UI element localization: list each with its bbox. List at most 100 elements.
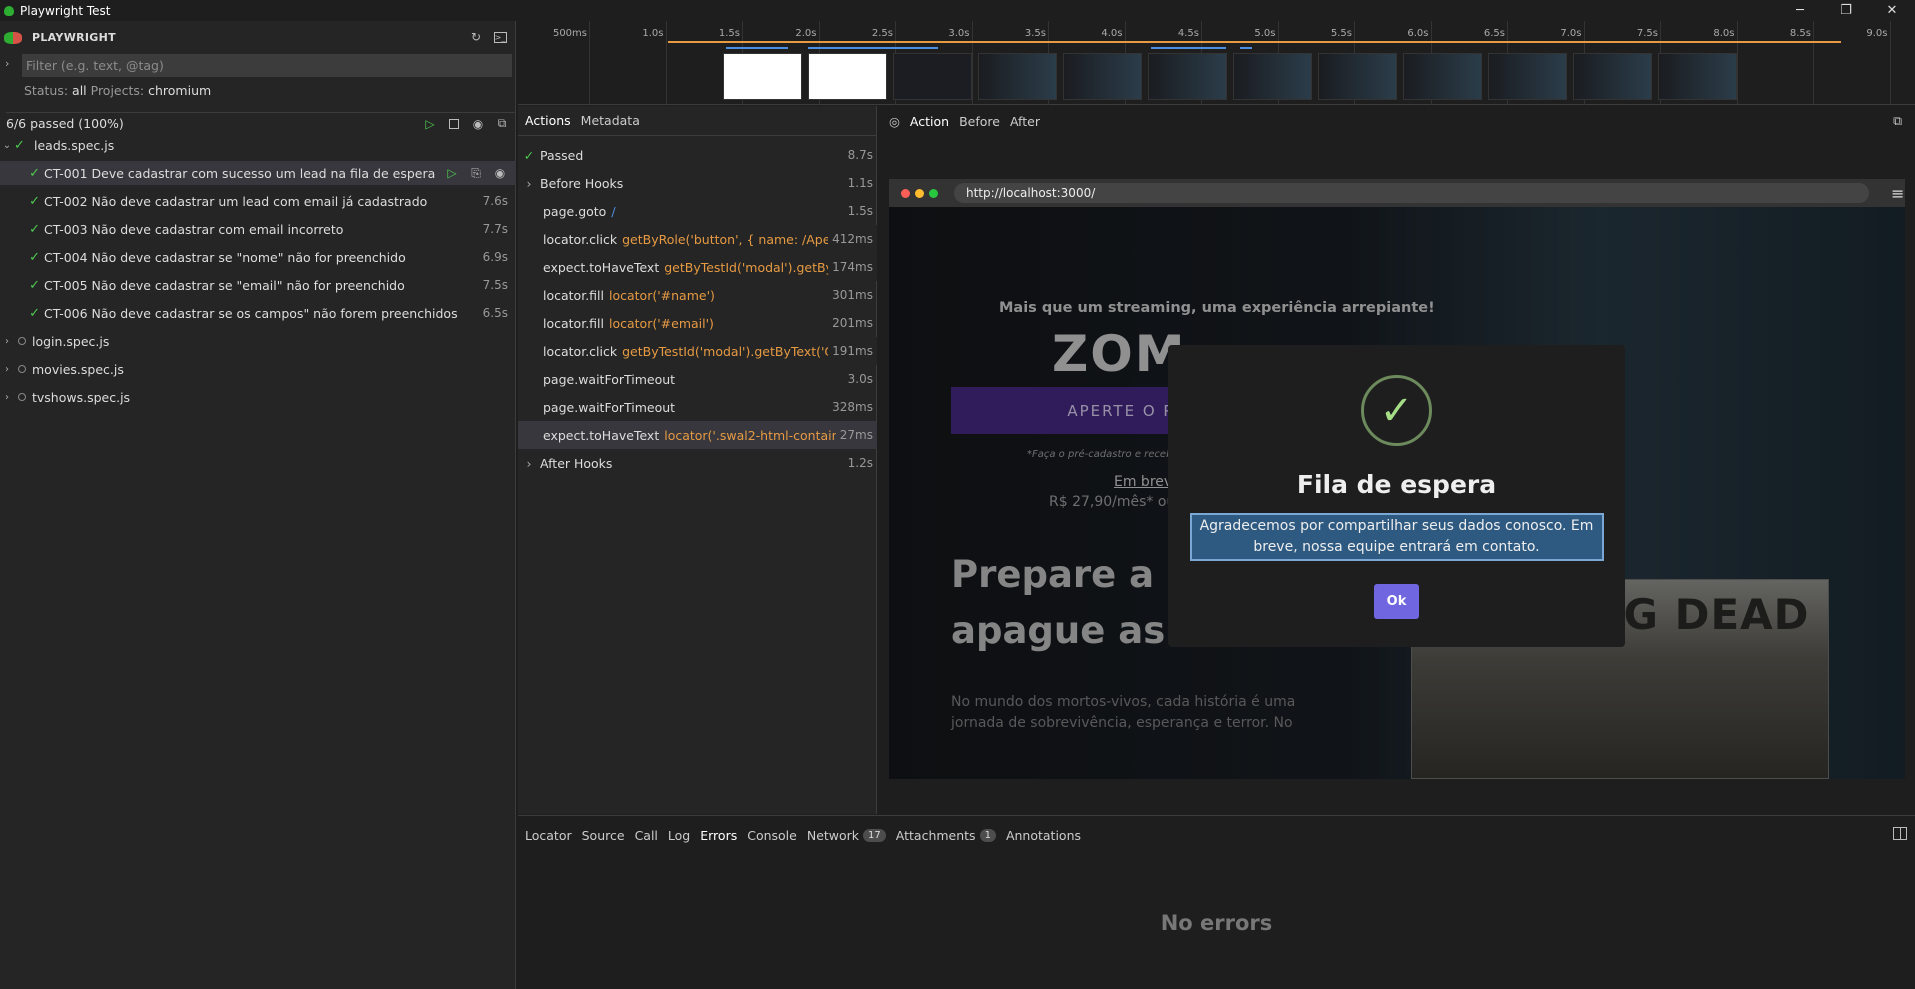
minimize-button[interactable]: ─ (1777, 0, 1823, 21)
timeline-thumbnail[interactable] (1403, 53, 1482, 100)
passed-check-icon: ✓ (29, 221, 40, 237)
timeline-thumbnail[interactable] (978, 53, 1057, 100)
timeline-thumbnail[interactable] (1148, 53, 1227, 100)
stop-icon[interactable] (444, 115, 464, 133)
chevron-down-icon[interactable]: ⌄ (0, 140, 14, 151)
timeline-thumbnail[interactable] (723, 53, 802, 100)
timeline-thumbnail[interactable] (1063, 53, 1142, 100)
traffic-light-yellow-icon (915, 188, 924, 198)
action-row-before-hooks[interactable]: › Before Hooks 1.1s (518, 169, 877, 197)
tab-network[interactable]: Network 17 (802, 816, 891, 854)
show-source-icon[interactable]: ⎘ (466, 164, 486, 182)
file-row-movies[interactable]: › movies.spec.js (0, 357, 516, 381)
test-row-ct-005[interactable]: ✓ CT-005 Não deve cadastrar se "email" n… (0, 273, 516, 297)
timeline-tick-label: 1.0s (642, 28, 664, 39)
playwright-logo-icon (4, 31, 22, 44)
tab-metadata[interactable]: Metadata (576, 106, 645, 136)
test-row-ct-002[interactable]: ✓ CT-002 Não deve cadastrar um lead com … (0, 189, 516, 213)
timeline-thumbnail[interactable] (893, 53, 972, 100)
timeline-thumbnail[interactable] (1318, 53, 1397, 100)
collapse-all-icon[interactable]: ⧉ (492, 115, 512, 133)
action-name: locator.fill (543, 315, 604, 331)
traffic-light-red-icon (901, 188, 910, 198)
snapshot-browser: http://localhost:3000/ ≡ Mais que um str… (889, 179, 1905, 779)
test-duration: 6.5s (482, 306, 508, 320)
action-name: page.waitForTimeout (543, 399, 676, 415)
action-locator: getByTestId('modal').getByText('Que... (622, 343, 862, 359)
tab-attachments[interactable]: Attachments 1 (891, 816, 1001, 854)
tab-action[interactable]: Action (905, 106, 954, 136)
tab-console[interactable]: Console (742, 816, 802, 854)
action-duration: 191ms (828, 344, 873, 358)
action-row[interactable]: page.waitForTimeout 3.0s (518, 365, 877, 393)
ok-button[interactable]: Ok (1374, 584, 1419, 619)
sidebar-header: PLAYWRIGHT ↻ >_ (0, 21, 516, 54)
test-row-ct-006[interactable]: ✓ CT-006 Não deve cadastrar se os campos… (0, 301, 516, 325)
timeline-thumbnail[interactable] (1658, 53, 1737, 100)
run-all-icon[interactable]: ▷ (420, 115, 440, 133)
action-row-passed[interactable]: ✓ Passed 8.7s (518, 141, 877, 169)
test-row-ct-004[interactable]: ✓ CT-004 Não deve cadastrar se "nome" nã… (0, 245, 516, 269)
watch-test-icon[interactable]: ◉ (490, 164, 510, 182)
terminal-icon[interactable]: >_ (490, 28, 510, 46)
file-row-tvshows[interactable]: › tvshows.spec.js (0, 385, 516, 409)
target-icon[interactable]: ◎ (884, 106, 905, 136)
maximize-button[interactable]: ❐ (1823, 0, 1869, 21)
action-row[interactable]: locator.click getByRole('button', { name… (518, 225, 877, 253)
watch-icon[interactable]: ◉ (468, 115, 488, 133)
filter-expand-icon[interactable]: › (5, 57, 9, 70)
close-button[interactable]: ✕ (1869, 0, 1915, 21)
tab-call[interactable]: Call (630, 816, 663, 854)
trace-timeline[interactable]: 500ms 1.0s 1.5s 2.0s 2.5s 3.0s 3.5s 4.0s 4.5s 5.0… (518, 21, 1915, 105)
tab-before[interactable]: Before (954, 106, 1005, 136)
action-row[interactable]: locator.fill locator('#email') 201ms (518, 309, 877, 337)
tab-source[interactable]: Source (577, 816, 630, 854)
action-duration: 174ms (828, 260, 873, 274)
chevron-right-icon[interactable]: › (518, 456, 540, 471)
window-title-bar: Playwright Test ─ ❐ ✕ (0, 0, 1915, 21)
action-duration: 27ms (835, 428, 873, 442)
timeline-tick-label: 6.5s (1483, 28, 1505, 39)
timeline-tick-label: 7.0s (1560, 28, 1582, 39)
action-row[interactable]: locator.click getByTestId('modal').getBy… (518, 337, 877, 365)
timeline-thumbnail[interactable] (1573, 53, 1652, 100)
file-name: leads.spec.js (34, 137, 115, 153)
test-row-ct-003[interactable]: ✓ CT-003 Não deve cadastrar com email in… (0, 217, 516, 241)
file-row-login[interactable]: › login.spec.js (0, 329, 516, 353)
test-title: CT-005 Não deve cadastrar se "email" não… (44, 277, 405, 293)
action-row[interactable]: page.waitForTimeout 328ms (518, 393, 877, 421)
toggle-layout-icon[interactable] (1893, 827, 1907, 840)
passed-check-icon: ✓ (29, 249, 40, 265)
chevron-right-icon[interactable]: › (0, 392, 14, 403)
tab-after[interactable]: After (1005, 106, 1045, 136)
action-duration: 3.0s (847, 372, 873, 386)
tab-log[interactable]: Log (663, 816, 695, 854)
filter-input[interactable]: Filter (e.g. text, @tag) (22, 54, 512, 77)
tab-locator[interactable]: Locator (520, 816, 577, 854)
action-row[interactable]: page.goto / 1.5s (518, 197, 877, 225)
menu-icon[interactable]: ≡ (1891, 184, 1904, 203)
action-row[interactable]: locator.fill locator('#name') 301ms (518, 281, 877, 309)
chevron-right-icon[interactable]: › (0, 364, 14, 375)
file-row-leads[interactable]: ⌄ ✓ leads.spec.js (0, 133, 516, 157)
test-row-ct-001[interactable]: ✓ CT-001 Deve cadastrar com sucesso um l… (0, 161, 516, 185)
timeline-thumbnail[interactable] (1233, 53, 1312, 100)
reload-icon[interactable]: ↻ (466, 28, 486, 46)
projects-value[interactable]: chromium (148, 83, 211, 98)
window-title: Playwright Test (20, 3, 111, 18)
action-row-after-hooks[interactable]: › After Hooks 1.2s (518, 449, 877, 477)
chevron-right-icon[interactable]: › (0, 336, 14, 347)
action-row-selected[interactable]: expect.toHaveText locator('.swal2-html-c… (518, 421, 877, 449)
status-value[interactable]: all (72, 83, 87, 98)
timeline-thumbnail[interactable] (1488, 53, 1567, 100)
tab-errors[interactable]: Errors (695, 816, 742, 854)
timeline-thumbnail[interactable] (808, 53, 887, 100)
tab-annotations[interactable]: Annotations (1001, 816, 1086, 854)
tab-actions[interactable]: Actions (520, 106, 576, 136)
chevron-right-icon[interactable]: › (518, 176, 540, 191)
action-row[interactable]: expect.toHaveText getByTestId('modal').g… (518, 253, 877, 281)
run-test-icon[interactable]: ▷ (442, 164, 462, 182)
action-name: Passed (540, 147, 584, 163)
open-external-icon[interactable]: ⧉ (1888, 106, 1907, 136)
action-locator: locator('.swal2-html-container') (664, 427, 861, 443)
